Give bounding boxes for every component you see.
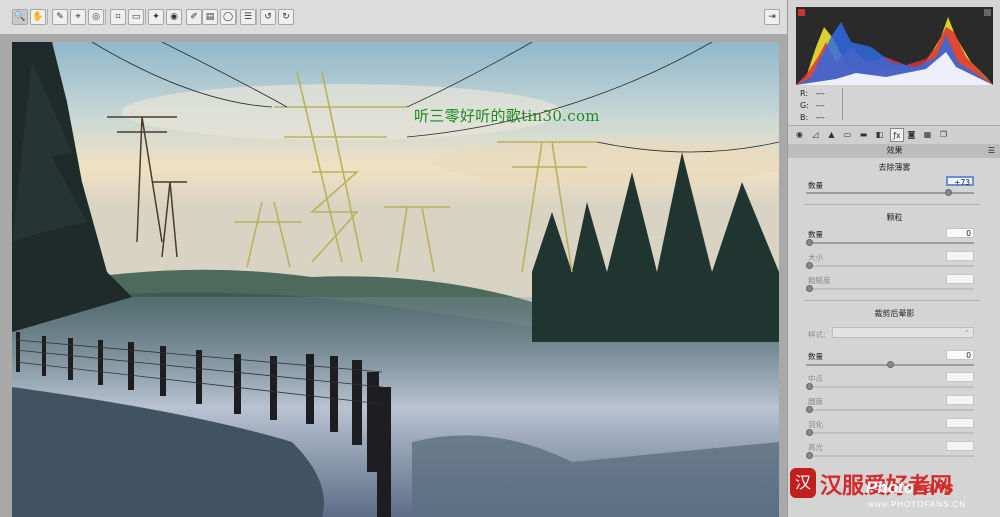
grain-amount-slider[interactable] [806,239,974,246]
grain-title: 颗粒 [886,213,903,222]
toolbar-separator [236,9,237,25]
fullscreen-toggle-icon[interactable]: ⇥ [764,9,780,25]
dehaze-amount-thumb[interactable] [945,189,953,196]
shadow-clipping-icon[interactable] [798,9,805,16]
vignette-amount-thumb[interactable] [886,361,894,368]
histogram [796,7,993,85]
vignette-highlights-field [946,441,974,451]
grain-amount-field[interactable]: 0 [946,228,974,238]
vignette-midpoint-thumb [806,383,813,390]
readout-divider [842,88,843,120]
adjustment-panel: R: --- G: --- B: --- ◉ ◿ ▲ ▭ ▬ ◧ ƒx ◙ ▦ ❐ 效果 ☰ 去除薄雾 … [787,0,1000,517]
vignette-highlights-thumb [806,452,813,459]
adjustment-brush-tool[interactable]: ✐ [186,9,202,25]
toolbar-separator [47,9,48,25]
white-balance-tool[interactable]: ✎ [52,9,68,25]
dehaze-amount-slider[interactable] [806,189,974,196]
grain-roughness-label: 粗糙度 [808,276,831,285]
crop-tool[interactable]: ⌗ [110,9,126,25]
dehaze-amount-label: 数量 [808,181,823,190]
highlight-clipping-icon[interactable] [984,9,991,16]
grain-size-thumb [806,262,813,269]
vignette-amount-slider[interactable] [806,361,974,368]
vignette-title: 裁剪后晕影 [874,309,915,318]
toolbar-separator [105,9,106,25]
presets-tab-icon[interactable]: ▦ [922,129,933,140]
color-sampler-tool[interactable]: ⌖ [70,9,86,25]
rgb-readout: R: --- G: --- B: --- [800,89,825,122]
seal-logo: 汉 [790,468,816,498]
hsl-tab-icon[interactable]: ▭ [842,129,853,140]
brand-url: www.PHOTOFANS.CN [868,500,967,509]
vignette-feather-field [946,418,974,428]
vignette-roundness-thumb [806,406,813,413]
divider [804,300,980,301]
effects-panel-header: 效果 ☰ [788,144,1000,158]
vignette-roundness-slider [806,406,974,413]
effects-tab-icon[interactable]: ƒx [890,128,904,142]
camera-calibration-tab-icon[interactable]: ◙ [906,129,917,140]
vignette-amount-field[interactable]: 0 [946,350,974,360]
split-toning-tab-icon[interactable]: ▬ [858,129,869,140]
vignette-feather-thumb [806,429,813,436]
vignette-midpoint-slider [806,383,974,390]
preferences-tool[interactable]: ☰ [240,9,256,25]
grain-size-field [946,251,974,261]
dehaze-title: 去除薄雾 [878,163,911,172]
detail-tab-icon[interactable]: ▲ [826,129,837,140]
hand-tool[interactable]: ✋ [30,9,46,25]
grain-roughness-thumb [806,285,813,292]
rotate-left-tool[interactable]: ↺ [260,9,276,25]
panel-tabs: ◉ ◿ ▲ ▭ ▬ ◧ ƒx ◙ ▦ ❐ [788,125,1000,145]
tone-curve-tab-icon[interactable]: ◿ [810,129,821,140]
basic-tab-icon[interactable]: ◉ [794,129,805,140]
vignette-amount-label: 数量 [808,352,823,361]
targeted-adjustment-tool[interactable]: ◎ [88,9,104,25]
grain-roughness-slider [806,285,974,292]
toolbar: 🔍 ✋ ✎ ⌖ ◎ ⌗ ▭ ✦ ◉ ✐ ▤ ◯ ☰ ↺ ↻ ⇥ [0,0,787,35]
dehaze-amount-field[interactable]: +73 [946,176,974,187]
grain-size-slider [806,262,974,269]
straighten-tool[interactable]: ▭ [128,9,144,25]
vignette-roundness-field [946,395,974,405]
spot-removal-tool[interactable]: ✦ [148,9,164,25]
red-eye-tool[interactable]: ◉ [166,9,182,25]
snapshots-tab-icon[interactable]: ❐ [938,129,949,140]
panel-menu-icon[interactable]: ☰ [988,144,995,158]
photo-preview[interactable] [12,42,779,517]
divider [804,204,980,205]
vignette-highlights-slider [806,452,974,459]
grain-amount-thumb[interactable] [806,239,813,246]
rotate-right-tool[interactable]: ↻ [278,9,294,25]
vignette-feather-slider [806,429,974,436]
graduated-filter-tool[interactable]: ▤ [202,9,218,25]
radial-filter-tool[interactable]: ◯ [220,9,236,25]
vignette-style-label: 样式: [808,330,826,339]
vignette-style-select[interactable]: ⌃ [832,327,974,338]
brand-logo-text: PhotoFans [866,478,954,497]
grain-roughness-field [946,274,974,284]
toolbar-separator [256,9,257,25]
watermark-text: 听三零好听的歌tin30.com [414,107,600,125]
toolbar-separator [145,9,146,25]
lens-corrections-tab-icon[interactable]: ◧ [874,129,885,140]
zoom-tool[interactable]: 🔍 [12,9,28,25]
landscape-photo-image [12,42,779,517]
vignette-midpoint-field [946,372,974,382]
